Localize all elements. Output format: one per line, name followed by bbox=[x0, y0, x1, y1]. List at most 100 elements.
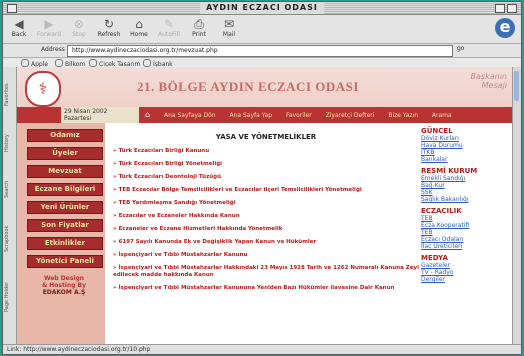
nav-link[interactable]: Bize Yazın bbox=[388, 112, 418, 119]
section-heading: GÜNCEL bbox=[421, 127, 453, 135]
law-link[interactable]: » 6197 Sayılı Kanunda Ek ve Değişiklik Ya… bbox=[113, 239, 419, 246]
back-button[interactable]: ◀ Back bbox=[5, 17, 33, 38]
side-link[interactable]: Dergiler bbox=[421, 276, 511, 283]
law-link[interactable]: » Eczaneler ve Eczane Hizmetleri Hakkında… bbox=[113, 226, 419, 233]
credit-line: Web Design bbox=[43, 275, 85, 282]
nav-link[interactable]: Arama bbox=[432, 112, 452, 119]
menu-item[interactable]: Yönetici Paneli bbox=[27, 255, 103, 268]
side-link[interactable]: Sağlık Bakanlığı bbox=[421, 196, 511, 203]
favorite-icon bbox=[143, 59, 151, 67]
nav-link[interactable]: Ana Sayfaya Dön bbox=[164, 112, 216, 119]
nav-link[interactable]: Ziyaretçi Defteri bbox=[326, 112, 375, 119]
menu-item[interactable]: Son Fiyatlar bbox=[27, 219, 103, 232]
nav-link[interactable]: Ana Sayfa Yap bbox=[229, 112, 272, 119]
vertical-scrollbar[interactable] bbox=[512, 67, 521, 345]
top-nav: ⌂ Ana Sayfaya Dön Ana Sayfa Yap Favorile… bbox=[145, 110, 464, 119]
side-link[interactable]: TEB bbox=[421, 229, 511, 236]
autofill-icon: ✎ bbox=[163, 17, 175, 31]
arrow-icon: » bbox=[113, 174, 117, 180]
favorite-icon bbox=[89, 59, 97, 67]
side-link[interactable]: Bankalar bbox=[421, 156, 511, 163]
law-link[interactable]: » Türk Eczacıları Birliği Yönetmeliği bbox=[113, 161, 419, 168]
address-label: Address bbox=[41, 46, 65, 53]
site-header: ⚕ 21. BÖLGE AYDIN ECZACI ODASI Başkanın M… bbox=[17, 67, 513, 107]
law-link[interactable]: » İspençiyari ve Tıbbi Müstahzarlar Hakkı… bbox=[113, 265, 419, 279]
left-menu: Odamız Üyeler Mevzuat Eczane Bilgileri Y… bbox=[17, 123, 105, 345]
law-link[interactable]: » Eczacılar ve Eczaneler Hakkında Kanun bbox=[113, 213, 419, 220]
law-link[interactable]: » İspençiyari ve Tıbbi Müstahzarlar Kanun… bbox=[113, 252, 419, 259]
side-link[interactable]: Eczacı Odaları bbox=[421, 236, 511, 243]
refresh-button[interactable]: ↻ Refresh bbox=[95, 17, 123, 38]
mail-icon: ✉ bbox=[223, 17, 235, 31]
section-heading: MEDYA bbox=[421, 254, 448, 262]
nav-link[interactable]: Favoriler bbox=[286, 112, 312, 119]
arrow-icon: » bbox=[113, 200, 117, 206]
law-link[interactable]: » İspençiyari ve Tıbbi Müstahzarlar Kanun… bbox=[113, 285, 419, 292]
credit-block[interactable]: Web Design & Hosting By EDAKOM A.Ş bbox=[27, 275, 101, 296]
mail-button[interactable]: ✉ Mail bbox=[215, 17, 243, 38]
menu-item[interactable]: Mevzuat bbox=[27, 165, 103, 178]
stop-button[interactable]: ⊗ Stop bbox=[65, 17, 93, 38]
president-message-link[interactable]: Başkanın Mesajı bbox=[471, 72, 507, 90]
address-bar: Address http://www.aydineczaciodasi.org.… bbox=[3, 44, 521, 58]
stop-icon: ⊗ bbox=[73, 17, 85, 31]
side-link[interactable]: İTKB bbox=[421, 149, 511, 156]
menu-item[interactable]: Yeni Ürünler bbox=[27, 201, 103, 214]
page-content: ⚕ 21. BÖLGE AYDIN ECZACI ODASI Başkanın M… bbox=[17, 67, 513, 345]
side-link[interactable]: İlaç Üreticileri bbox=[421, 243, 511, 250]
side-link[interactable]: TEB bbox=[421, 215, 511, 222]
side-tab-search[interactable]: Search bbox=[4, 169, 15, 209]
status-bar: Link: http://www.aydineczaciodasi.org.tr… bbox=[3, 344, 521, 354]
law-link[interactable]: » Türk Eczacıları Birliği Kanunu bbox=[113, 148, 419, 155]
address-input[interactable]: http://www.aydineczaciodasi.org.tr/mevzu… bbox=[67, 45, 453, 57]
side-tab-page-holder[interactable]: Page Holder bbox=[4, 271, 15, 323]
refresh-icon: ↻ bbox=[103, 17, 115, 31]
side-link[interactable]: TV - Radyo bbox=[421, 269, 511, 276]
home-nav-icon[interactable]: ⌂ bbox=[145, 110, 150, 119]
side-tab-favorites[interactable]: Favorites bbox=[4, 73, 15, 117]
autofill-button[interactable]: ✎ AutoFill bbox=[155, 17, 183, 38]
zoom-box-icon[interactable] bbox=[495, 4, 505, 13]
side-tab-history[interactable]: History bbox=[4, 123, 15, 163]
browser-logo-icon: e bbox=[495, 18, 515, 38]
menu-item[interactable]: Üyeler bbox=[27, 147, 103, 160]
credit-company: EDAKOM A.Ş bbox=[42, 289, 86, 296]
side-link[interactable]: Emekli Sandığı bbox=[421, 175, 511, 182]
go-button[interactable]: go bbox=[457, 45, 471, 55]
main-column: YASA VE YÖNETMELİKLER » Türk Eczacıları B… bbox=[113, 123, 419, 345]
title-bar[interactable]: AYDIN ECZACI ODASI bbox=[3, 2, 521, 15]
side-link[interactable]: Döviz Kurları bbox=[421, 135, 511, 142]
arrow-icon: » bbox=[113, 265, 117, 271]
arrow-icon: » bbox=[113, 226, 117, 232]
home-button[interactable]: ⌂ Home bbox=[125, 17, 153, 38]
side-link[interactable]: SSK bbox=[421, 189, 511, 196]
side-link[interactable]: Hava Durumu bbox=[421, 142, 511, 149]
law-link[interactable]: » TEB Yardımlaşma Sandığı Yönetmeliği bbox=[113, 200, 419, 207]
menu-item[interactable]: Odamız bbox=[27, 129, 103, 142]
print-button[interactable]: ⎙ Print bbox=[185, 17, 213, 38]
toolbar: ◀ Back ▶ Forward ⊗ Stop ↻ Refresh ⌂ Home ✎ Aut… bbox=[3, 15, 521, 44]
menu-item[interactable]: Eczane Bilgileri bbox=[27, 183, 103, 196]
credit-line: & Hosting By bbox=[41, 282, 87, 289]
favorite-icon bbox=[21, 59, 29, 67]
side-tab-scrapbook[interactable]: Scrapbook bbox=[4, 215, 15, 263]
forward-button[interactable]: ▶ Forward bbox=[35, 17, 63, 38]
print-icon: ⎙ bbox=[194, 17, 204, 31]
date-text: 29 Nisan 2002 bbox=[64, 108, 108, 115]
favorite-icon bbox=[55, 59, 63, 67]
site-title: 21. BÖLGE AYDIN ECZACI ODASI bbox=[137, 79, 359, 94]
home-icon: ⌂ bbox=[135, 17, 143, 31]
side-link[interactable]: Gazeteler bbox=[421, 262, 511, 269]
law-link[interactable]: » TEB Eczacılar Bölge Temsilcilikleri ve … bbox=[113, 187, 419, 194]
arrow-icon: » bbox=[113, 252, 117, 258]
law-link[interactable]: » Türk Eczacıları Deontoloji Tüzüğü bbox=[113, 174, 419, 181]
menu-item[interactable]: Etkinlikler bbox=[27, 237, 103, 250]
scroll-thumb[interactable] bbox=[514, 71, 519, 101]
close-box-icon[interactable] bbox=[7, 4, 17, 13]
section-heading: ECZACILIK bbox=[421, 207, 462, 215]
section-heading: RESMİ KURUM bbox=[421, 167, 478, 175]
collapse-box-icon[interactable] bbox=[507, 4, 517, 13]
side-link[interactable]: Bağ-Kur bbox=[421, 182, 511, 189]
side-link[interactable]: Ecza Kooperatifi bbox=[421, 222, 511, 229]
pharmacy-logo-icon: ⚕ bbox=[25, 71, 61, 107]
